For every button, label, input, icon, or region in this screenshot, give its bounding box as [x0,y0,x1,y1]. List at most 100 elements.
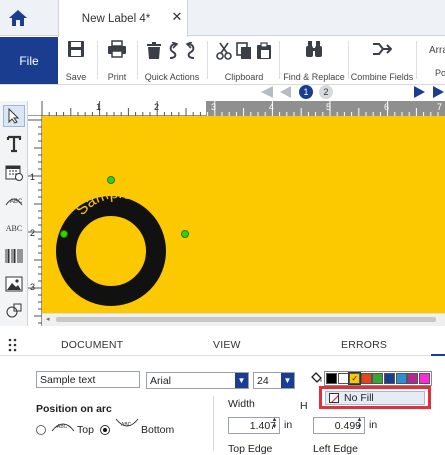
home-button[interactable] [0,0,36,36]
arrange-label[interactable]: Arra [429,45,445,56]
arc-ring-shape[interactable] [56,196,166,306]
combine-fields-icon [373,43,392,55]
color-swatch[interactable] [326,373,337,384]
cut-icon[interactable] [216,42,232,60]
width-spinner-icon[interactable]: ▲ ▼ [270,417,279,433]
tab-view[interactable]: VIEW [213,339,241,351]
file-button[interactable]: File [0,37,58,84]
combine-fields-button[interactable]: Combine Fields [350,40,414,82]
quick-actions-label: Quick Actions [144,72,200,82]
delete-icon[interactable] [146,42,162,60]
calendar-icon [5,165,23,181]
radio-bottom-dot [103,428,107,432]
next-page-icon[interactable] [413,85,427,102]
arc-handle-left[interactable] [60,230,68,238]
color-swatch[interactable] [337,373,349,384]
fill-bucket-icon[interactable] [311,372,323,384]
prev-page-icon[interactable] [278,85,292,102]
image-icon [5,276,23,292]
arc-handle-top[interactable] [107,176,115,184]
tab-document[interactable]: DOCUMENT [61,339,123,351]
horizontal-scrollbar[interactable]: ◂ [42,313,445,326]
radio-bottom[interactable] [100,425,110,435]
barcode-icon [5,249,23,263]
position-on-arc-heading: Position on arc [36,403,112,415]
label-canvas[interactable]: Sample text [42,116,445,313]
first-page-icon[interactable] [258,85,274,102]
color-swatch[interactable] [372,373,384,384]
save-icon [68,41,84,57]
scrollbar-thumb[interactable] [56,317,436,322]
ruler-h-6: 6 [384,102,390,112]
color-swatch[interactable] [384,373,395,384]
ruler-v-2: 2 [30,228,36,238]
scroll-left-icon[interactable]: ◂ [46,316,51,323]
no-fill-highlight: No Fill [319,386,431,409]
panel-divider [213,396,214,451]
copy-icon[interactable] [236,42,252,60]
date-tool[interactable] [3,161,25,183]
font-size-dropdown-icon[interactable]: ▼ [281,373,294,388]
radio-top[interactable] [36,425,46,435]
page-navigation [0,85,445,101]
image-tool[interactable] [3,273,25,295]
find-replace-label: Find & Replace [283,72,345,82]
width-unit: in [284,419,293,431]
vertical-text-tool[interactable]: ABC [3,217,25,239]
ruler-h-7: 7 [437,102,443,112]
document-tab-title: New Label 4* [81,12,151,25]
svg-text:ABC: ABC [121,422,132,428]
ruler-h-3: 3 [211,102,217,112]
close-tab-icon[interactable]: ✕ [170,10,184,24]
color-swatch[interactable]: ✓ [348,372,362,385]
no-fill-option[interactable]: No Fill [325,391,425,405]
top-edge-label: Top Edge [228,443,273,455]
arc-top-icon: ABC [50,417,76,436]
page-1-button[interactable]: 1 [299,85,313,99]
undo-icon[interactable] [166,42,180,60]
text-tool[interactable] [3,133,25,155]
height-spinner-icon[interactable]: ▲ ▼ [355,417,364,433]
arc-handle-right[interactable] [181,230,189,238]
radio-top-label: Top [77,424,94,436]
shapes-icon [6,303,22,318]
svg-text:ABC: ABC [10,199,23,205]
paste-icon[interactable] [256,42,272,60]
ruler-v-3: 3 [30,282,36,292]
color-swatch[interactable] [407,373,419,384]
arc-bottom-icon: ABC [114,417,140,436]
save-button[interactable]: Save [64,40,88,82]
font-select-value: Arial [150,375,172,387]
color-swatch[interactable] [360,373,372,384]
combine-fields-label: Combine Fields [350,72,414,82]
printer-icon [108,40,126,58]
barcode-tool[interactable] [3,245,25,267]
color-swatch[interactable] [418,373,430,384]
ruler-h-1: 1 [96,102,102,112]
ruler-h-2: 2 [154,102,160,112]
redo-icon[interactable] [184,42,198,60]
document-tab[interactable]: New Label 4* [58,0,188,37]
arc-text-tool[interactable]: ABC [3,189,25,211]
tab-errors[interactable]: ERRORS [341,339,387,351]
print-button[interactable]: Print [104,40,130,82]
color-swatch[interactable] [395,373,407,384]
left-toolbar: ABC ABC [0,101,28,326]
select-tool[interactable] [3,105,25,127]
quick-actions-group: Quick Actions [142,40,202,82]
clipboard-label: Clipboard [224,72,264,82]
text-value-input[interactable]: Sample text [36,371,140,388]
clipboard-group: Clipboard [212,40,276,82]
font-dropdown-icon[interactable]: ▼ [235,373,248,388]
last-page-icon[interactable] [432,85,445,102]
ruler-v-1: 1 [30,172,36,182]
position-label[interactable]: Po [435,68,445,78]
shape-tool[interactable] [3,300,25,322]
font-select[interactable]: Arial [146,372,249,389]
page-2-button[interactable]: 2 [319,85,333,99]
properties-tabs: DOCUMENT VIEW ERRORS [0,334,445,356]
no-fill-icon [329,393,339,403]
horizontal-ruler: 1 2 3 4 5 6 7 [28,101,445,116]
find-replace-button[interactable]: Find & Replace [282,40,346,82]
drag-handle-icon[interactable] [8,338,18,352]
